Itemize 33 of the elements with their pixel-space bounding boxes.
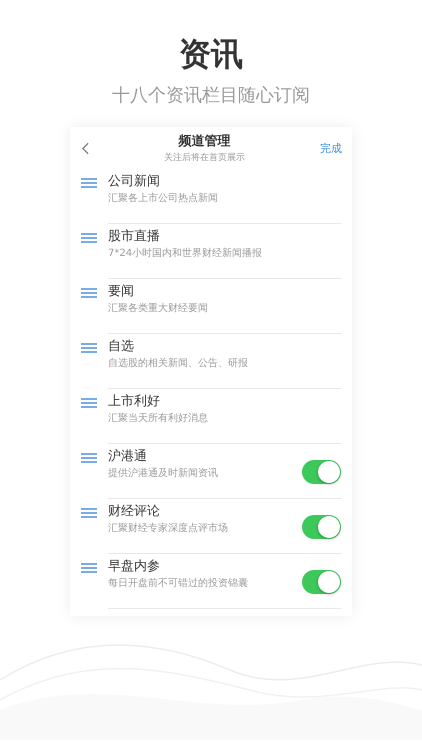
toggle-switch[interactable] bbox=[302, 460, 341, 484]
page-subtitle: 十八个资讯栏目随心订阅 bbox=[112, 84, 310, 108]
channel-description: 提供沪港通及时新闻资讯 bbox=[108, 466, 219, 481]
drag-handle-icon[interactable] bbox=[81, 398, 97, 408]
channel-name: 自选 bbox=[108, 338, 135, 356]
channel-description: 汇聚当天所有利好消息 bbox=[108, 412, 209, 426]
toggle-switch[interactable] bbox=[302, 570, 341, 594]
toggle-switch[interactable] bbox=[302, 514, 341, 538]
channel-name: 财经评论 bbox=[108, 503, 161, 521]
drag-handle-icon[interactable] bbox=[81, 453, 97, 463]
screen-subtitle: 关注后将在首页展示 bbox=[164, 152, 245, 164]
drag-handle-icon[interactable] bbox=[81, 233, 97, 243]
channel-description: 每日开盘前不可错过的投资锦囊 bbox=[108, 576, 249, 591]
channel-name: 要闻 bbox=[108, 283, 135, 301]
channel-description: 汇聚各上市公司热点新闻 bbox=[108, 192, 219, 206]
drag-handle-icon[interactable] bbox=[81, 178, 97, 188]
channel-name: 公司新闻 bbox=[108, 173, 161, 191]
done-button[interactable]: 完成 bbox=[320, 140, 342, 156]
page-title: 资讯 bbox=[179, 34, 243, 74]
channel-name: 早盘内参 bbox=[108, 558, 161, 576]
channel-name: 沪港通 bbox=[108, 448, 148, 466]
screen-title: 频道管理 bbox=[178, 133, 230, 150]
channel-description: 汇聚财经专家深度点评市场 bbox=[108, 522, 229, 536]
channel-description: 汇聚各类重大财经要闻 bbox=[108, 302, 209, 316]
drag-handle-icon[interactable] bbox=[81, 343, 97, 353]
channel-description: 7*24小时国内和世界财经新闻播报 bbox=[108, 246, 264, 261]
channel-description: 自选股的相关新闻、公告、研报 bbox=[108, 356, 249, 371]
drag-handle-icon[interactable] bbox=[81, 563, 97, 573]
back-icon[interactable] bbox=[82, 142, 89, 154]
drag-handle-icon[interactable] bbox=[81, 288, 97, 298]
channel-name: 股市直播 bbox=[108, 228, 161, 246]
channel-name: 上市利好 bbox=[108, 393, 161, 411]
drag-handle-icon[interactable] bbox=[81, 508, 97, 518]
